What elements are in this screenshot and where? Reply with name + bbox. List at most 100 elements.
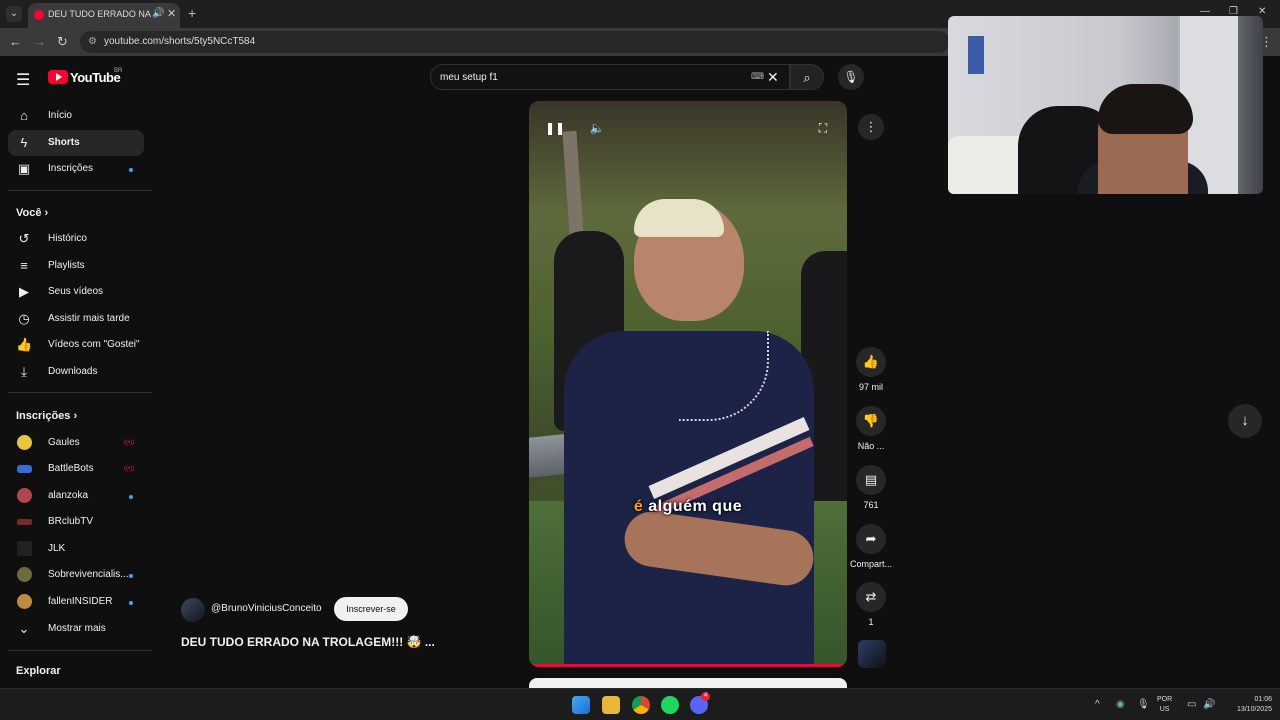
chrome-icon[interactable] [632, 696, 650, 714]
new-content-dot [129, 601, 133, 605]
spotify-icon[interactable] [661, 696, 679, 714]
share-button[interactable]: ➦ [856, 524, 886, 554]
network-icon[interactable]: ▭ [1187, 699, 1196, 710]
notification-badge: 4 [701, 692, 710, 701]
file-explorer-icon[interactable] [602, 696, 620, 714]
system-clock[interactable]: 01:06 13/10/2025 [1222, 695, 1272, 715]
remix-icon: ⇄ [865, 589, 877, 604]
sidebar-item-history[interactable]: ↺ Histórico [8, 226, 144, 252]
channel-avatar[interactable] [181, 598, 205, 622]
more-options-button[interactable]: ⋮ [858, 114, 884, 140]
channel-avatar [17, 594, 32, 609]
shorts-video-player[interactable]: ❚❚ 🔈 ⛶ é alguém que [529, 101, 847, 667]
remix-button[interactable]: ⇄ [856, 582, 886, 612]
microphone-icon: 🎙 [843, 70, 859, 84]
new-content-dot [129, 168, 133, 172]
back-icon[interactable]: ← [9, 34, 22, 49]
sidebar-divider [8, 392, 152, 393]
progress-bar[interactable] [529, 664, 847, 667]
show-more-button[interactable]: ⌄ Mostrar mais [8, 616, 144, 642]
discord-icon[interactable]: 4 [690, 692, 710, 714]
search-button[interactable]: ⌕ [790, 64, 824, 90]
video-caption: é alguém que [633, 498, 743, 515]
clear-search-icon[interactable]: ✕ [767, 69, 779, 86]
comments-button[interactable]: ▤ [856, 465, 886, 495]
next-video-button[interactable]: ↓ [1228, 404, 1262, 438]
like-count: 97 mil [858, 382, 883, 392]
site-info-icon[interactable]: ⚙ [88, 36, 97, 47]
tray-expand-icon[interactable]: ^ [1095, 699, 1100, 710]
sidebar-item-your-videos[interactable]: ▶ Seus vídeos [8, 279, 144, 305]
sidebar: ☰ YouTube BR ⌂ Início ϟ Shorts ▣ Inscriç… [0, 56, 154, 688]
new-tab-icon[interactable]: + [188, 5, 196, 21]
shorts-icon: ϟ [20, 135, 28, 150]
sidebar-item-home[interactable]: ⌂ Início [8, 103, 144, 129]
remix-count: 1 [868, 617, 874, 627]
tab-close-icon[interactable]: ✕ [167, 7, 176, 20]
your-videos-icon: ▶ [19, 284, 29, 299]
thumbs-down-icon: 👎 [862, 413, 880, 428]
audio-source-thumbnail[interactable] [858, 640, 886, 668]
input-language[interactable]: POR US [1157, 695, 1172, 715]
more-vertical-icon: ⋮ [864, 119, 878, 134]
search-input[interactable]: meu setup f1 ⌨ ✕ [430, 64, 790, 90]
subscribe-button[interactable]: Inscrever-se [334, 597, 408, 621]
channel-avatar [17, 541, 32, 556]
menu-icon[interactable]: ☰ [16, 70, 30, 90]
volume-icon: 🔈 [589, 121, 605, 135]
sidebar-channel-falleninsider[interactable]: fallenINSIDER [8, 589, 144, 615]
channel-avatar [17, 519, 32, 525]
watch-later-icon: ◷ [18, 311, 30, 326]
volume-tray-icon[interactable]: 🔊 [1203, 699, 1215, 710]
download-icon: ⤓ [21, 364, 27, 379]
chevron-down-icon: ⌄ [18, 621, 30, 636]
live-icon: ((•)) [124, 440, 135, 446]
new-content-dot [129, 574, 133, 578]
search-icon: ⌕ [803, 70, 811, 85]
start-icon[interactable] [572, 696, 590, 714]
browser-tab[interactable]: DEU TUDO ERRADO NA TR 🔊 ✕ [28, 3, 180, 28]
sidebar-channel-sobrevivencialismo[interactable]: Sobrevivencialis... [8, 562, 144, 588]
pause-button[interactable]: ❚❚ [544, 117, 566, 139]
share-label: Compart... [849, 559, 892, 569]
tab-search-icon[interactable]: ⌄ [6, 6, 22, 22]
dislike-button[interactable]: 👎 [856, 406, 886, 436]
volume-button[interactable]: 🔈 [586, 117, 608, 139]
fullscreen-button[interactable]: ⛶ [812, 117, 834, 139]
sidebar-channel-gaules[interactable]: Gaules ((•)) [8, 430, 144, 456]
video-title[interactable]: DEU TUDO ERRADO NA TROLAGEM!!! 🤯 ... [181, 635, 435, 649]
microphone-tray-icon[interactable]: 🎙 [1137, 699, 1150, 710]
playlists-icon: ≡ [20, 258, 28, 273]
sidebar-item-liked-videos[interactable]: 👍 Vídeos com "Gostei" [8, 332, 144, 358]
channel-avatar [17, 567, 32, 582]
chevron-right-icon: › [44, 207, 49, 219]
live-icon: ((•)) [124, 466, 135, 472]
sidebar-item-playlists[interactable]: ≡ Playlists [8, 253, 144, 279]
comment-icon: ▤ [864, 472, 878, 487]
sidebar-item-downloads[interactable]: ⤓ Downloads [8, 359, 144, 385]
dislike-label: Não ... [857, 441, 885, 451]
sidebar-item-watch-later[interactable]: ◷ Assistir mais tarde [8, 306, 144, 332]
forward-icon[interactable]: → [33, 34, 46, 49]
close-window-icon[interactable]: ✕ [1258, 6, 1266, 17]
tab-audio-icon[interactable]: 🔊 [152, 8, 164, 19]
sidebar-item-subscriptions[interactable]: ▣ Inscrições [8, 156, 144, 182]
sidebar-divider [8, 650, 152, 651]
keyboard-icon[interactable]: ⌨ [751, 71, 764, 82]
reload-icon[interactable]: ↻ [57, 34, 68, 50]
sidebar-channel-brclubtv[interactable]: BRclubTV [8, 509, 144, 535]
you-heading[interactable]: Você › [16, 207, 48, 219]
arrow-down-icon: ↓ [1241, 412, 1249, 429]
voice-search-button[interactable]: 🎙 [838, 64, 864, 90]
tray-app-icon[interactable]: ◉ [1116, 699, 1125, 710]
channel-handle[interactable]: @BrunoViniciusConceito [211, 603, 322, 614]
progress-fill [529, 664, 847, 667]
sidebar-channel-alanzoka[interactable]: alanzoka [8, 483, 144, 509]
sidebar-item-shorts[interactable]: ϟ Shorts [8, 130, 144, 156]
subscriptions-heading[interactable]: Inscrições › [16, 410, 77, 422]
sidebar-channel-battlebots[interactable]: BattleBots ((•)) [8, 456, 144, 482]
like-button[interactable]: 👍 [856, 347, 886, 377]
sidebar-channel-jlk[interactable]: JLK [8, 536, 144, 562]
url-field[interactable]: ⚙ youtube.com/shorts/5ty5NCcT584 [80, 31, 950, 53]
home-icon: ⌂ [20, 108, 28, 123]
